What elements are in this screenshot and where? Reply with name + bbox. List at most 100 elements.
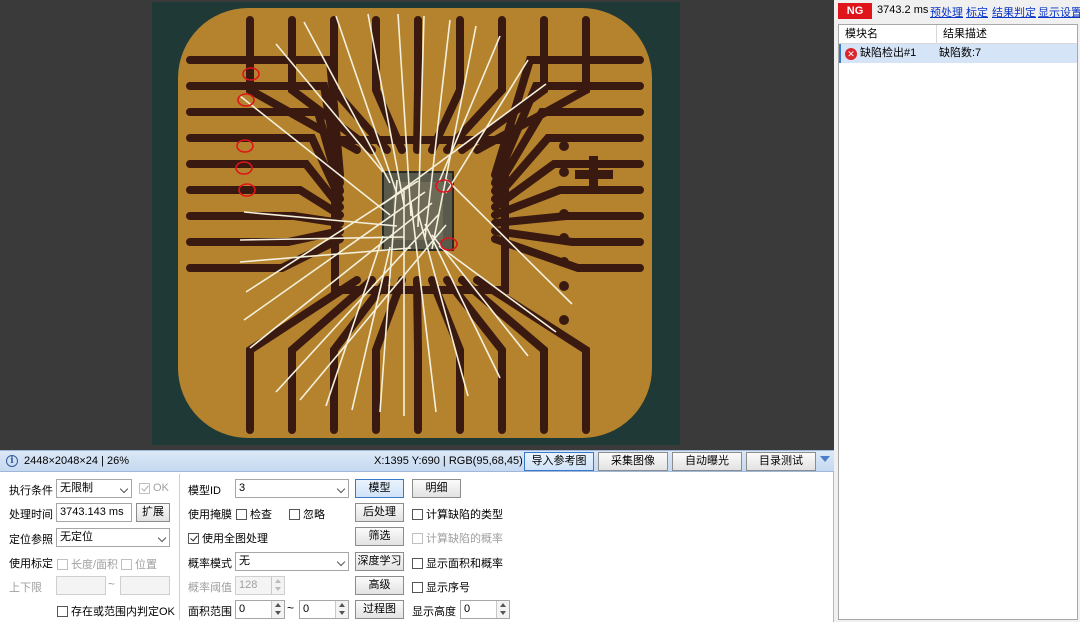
preprocess-link[interactable]: 预处理 — [930, 4, 963, 20]
calc-prob-checkbox[interactable]: 计算缺陷的概率 — [412, 530, 503, 546]
chevron-down-icon — [336, 557, 346, 567]
import-reference-button[interactable]: 导入参考图 — [524, 452, 594, 471]
display-settings-link[interactable]: 显示设置 — [1038, 4, 1080, 20]
deep-learning-button[interactable]: 深度学习 — [355, 552, 404, 571]
advanced-button[interactable]: 高级 — [355, 576, 404, 595]
show-area-checkbox[interactable]: 显示面积和概率 — [412, 555, 503, 571]
display-height-spinner[interactable]: 0 — [460, 600, 510, 619]
cross-marker-v — [589, 156, 598, 193]
directory-test-button[interactable]: 目录测试 — [746, 452, 816, 471]
pad-dot-4 — [559, 257, 569, 267]
result-judge-link[interactable]: 结果判定 — [992, 4, 1036, 20]
limits-tilde: ~ — [108, 577, 116, 591]
prob-threshold-label: 概率阈值 — [188, 582, 232, 594]
checkbox-box — [139, 482, 150, 494]
prob-mode-label: 概率模式 — [188, 558, 232, 570]
results-panel: NG 3743.2 ms 预处理 标定 结果判定 显示设置 模块名 结果描述 ✕… — [834, 0, 1080, 622]
area-min-spinner[interactable]: 0 — [235, 600, 285, 619]
length-area-checkbox[interactable]: 长度/面积 — [57, 556, 118, 572]
prob-threshold-value: 128 — [239, 579, 258, 591]
info-icon: i — [6, 455, 18, 467]
calc-type-label: 计算缺陷的类型 — [426, 509, 503, 521]
capture-image-button[interactable]: 采集图像 — [598, 452, 668, 471]
position-ref-value: 无定位 — [60, 531, 93, 543]
prob-mode-select[interactable]: 无 — [235, 552, 349, 571]
show-area-label: 显示面积和概率 — [426, 558, 503, 570]
area-max-value: 0 — [303, 603, 310, 615]
filter-button[interactable]: 筛选 — [355, 527, 404, 546]
row-module-name: 缺陷检出#1 — [860, 47, 917, 59]
pad-dot-3 — [559, 233, 569, 243]
pad-dot-1 — [559, 167, 569, 177]
position-ref-select[interactable]: 无定位 — [56, 528, 170, 547]
full-image-label: 使用全图处理 — [202, 533, 268, 545]
checkbox-box — [121, 558, 132, 570]
range-ok-label: 存在或范围内判定OK — [71, 606, 175, 618]
area-range-label: 面积范围 — [188, 606, 232, 618]
column-divider — [179, 474, 180, 620]
calibration-label: 使用标定 — [9, 558, 53, 570]
spinner-arrows-icon[interactable] — [271, 577, 284, 594]
prob-mode-value: 无 — [239, 555, 250, 567]
full-image-checkbox[interactable]: 使用全图处理 — [188, 530, 268, 546]
upper-limit-field[interactable] — [120, 576, 170, 595]
table-row[interactable]: ✕ 缺陷检出#1 缺陷数:7 — [839, 44, 1077, 63]
area-min-value: 0 — [239, 603, 246, 615]
spinner-arrows-icon[interactable] — [335, 601, 348, 618]
mask-check-checkbox[interactable]: 检查 — [236, 506, 272, 522]
checkbox-box — [57, 558, 68, 570]
lower-limit-field[interactable] — [56, 576, 106, 595]
model-button[interactable]: 模型 — [355, 479, 404, 498]
exec-condition-label: 执行条件 — [9, 485, 53, 497]
exec-condition-select[interactable]: 无限制 — [56, 479, 132, 498]
checkbox-box — [57, 605, 68, 617]
pad-dot-5 — [559, 281, 569, 291]
row-description: 缺陷数:7 — [939, 47, 982, 59]
expand-button[interactable]: 扩展 — [136, 503, 170, 522]
position-checkbox[interactable]: 位置 — [121, 556, 157, 572]
settings-panel: 执行条件 无限制 OK 处理时间 3743.143 ms 扩展 定位参照 无定位… — [0, 472, 834, 622]
ok-checkbox-label: OK — [153, 482, 169, 494]
process-time-label: 处理时间 — [9, 509, 53, 521]
pad-dot-6 — [559, 315, 569, 325]
chip-inspection-image — [0, 0, 834, 450]
post-process-button[interactable]: 后处理 — [355, 503, 404, 522]
process-image-button[interactable]: 过程图 — [355, 600, 404, 619]
auto-exposure-button[interactable]: 自动曝光 — [672, 452, 742, 471]
position-label: 位置 — [135, 559, 157, 571]
total-time: 3743.2 ms — [877, 4, 929, 16]
spinner-arrows-icon[interactable] — [271, 601, 284, 618]
column-header-module[interactable]: 模块名 — [839, 25, 937, 44]
calc-prob-label: 计算缺陷的概率 — [426, 533, 503, 545]
show-index-label: 显示序号 — [426, 582, 470, 594]
limits-label: 上下限 — [9, 582, 42, 594]
area-max-spinner[interactable]: 0 — [299, 600, 349, 619]
row-module-cell: ✕ 缺陷检出#1 — [845, 44, 916, 63]
spinner-arrows-icon[interactable] — [496, 601, 509, 618]
image-dimensions: 2448×2048×24 | 26% — [24, 455, 130, 467]
ng-status-badge: NG — [838, 3, 872, 19]
detail-button[interactable]: 明细 — [412, 479, 461, 498]
range-ok-checkbox[interactable]: 存在或范围内判定OK — [57, 603, 175, 619]
checkbox-box — [188, 532, 199, 544]
trace-26 — [413, 16, 422, 154]
calibration-link[interactable]: 标定 — [966, 4, 988, 20]
mask-ignore-checkbox[interactable]: 忽略 — [289, 506, 325, 522]
ok-checkbox[interactable]: OK — [139, 482, 169, 494]
model-id-select[interactable]: 3 — [235, 479, 349, 498]
calc-type-checkbox[interactable]: 计算缺陷的类型 — [412, 506, 503, 522]
collapse-arrow-icon[interactable] — [820, 456, 830, 462]
model-id-label: 模型ID — [188, 485, 221, 497]
pad-dot-2 — [559, 209, 569, 219]
pixel-readout: X:1395 Y:690 | RGB(95,68,45) — [374, 455, 523, 467]
checkbox-box — [289, 508, 300, 520]
image-viewport[interactable] — [0, 0, 834, 450]
use-mask-label: 使用掩膜 — [188, 509, 232, 521]
column-header-description[interactable]: 结果描述 — [937, 25, 1077, 44]
results-header: NG 3743.2 ms 预处理 标定 结果判定 显示设置 — [834, 0, 1080, 22]
prob-threshold-spinner[interactable]: 128 — [235, 576, 285, 595]
model-id-value: 3 — [239, 482, 246, 494]
show-index-checkbox[interactable]: 显示序号 — [412, 579, 470, 595]
display-height-label: 显示高度 — [412, 606, 456, 618]
chevron-down-icon — [119, 484, 129, 494]
